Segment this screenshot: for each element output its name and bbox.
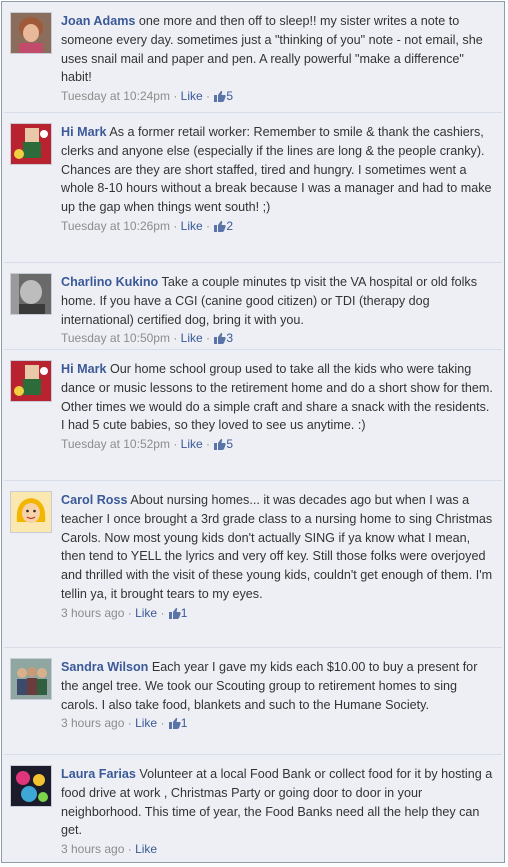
avatar-image: [11, 659, 51, 699]
like-count[interactable]: 2: [226, 219, 233, 233]
separator-dot: ·: [173, 331, 178, 346]
comment-text: As a former retail worker: Remember to s…: [61, 125, 492, 215]
thumbs-up-icon[interactable]: [213, 90, 227, 103]
avatar-image: [11, 361, 51, 401]
comment-body: Hi Mark As a former retail worker: Remem…: [61, 123, 494, 234]
comment-meta: 3 hours ago · Like · 1: [61, 715, 494, 731]
comment-meta: Tuesday at 10:24pm · Like · 5: [61, 88, 494, 104]
like-link[interactable]: Like: [135, 716, 157, 730]
avatar-hi-mark[interactable]: [10, 123, 52, 165]
avatar-carol-ross[interactable]: [10, 491, 52, 533]
comment-item: Joan Adams one more and then off to slee…: [4, 4, 502, 113]
like-count[interactable]: 1: [181, 716, 188, 730]
like-link[interactable]: Like: [181, 331, 203, 345]
author-link[interactable]: Laura Farias: [61, 767, 136, 781]
like-link[interactable]: Like: [135, 606, 157, 620]
comment-item: Carol Ross About nursing homes... it was…: [4, 483, 502, 648]
separator-dot: ·: [160, 605, 165, 620]
comment-meta: Tuesday at 10:26pm · Like · 2: [61, 218, 494, 234]
separator-dot: ·: [206, 89, 211, 104]
avatar-image: [11, 492, 51, 532]
timestamp[interactable]: 3 hours ago: [61, 842, 124, 856]
separator-dot: ·: [206, 331, 211, 346]
comment-meta: Tuesday at 10:52pm · Like · 5: [61, 436, 494, 452]
author-link[interactable]: Hi Mark: [61, 362, 107, 376]
comment-body: Laura Farias Volunteer at a local Food B…: [61, 765, 494, 857]
author-link[interactable]: Carol Ross: [61, 493, 128, 507]
timestamp[interactable]: 3 hours ago: [61, 716, 124, 730]
separator-dot: ·: [206, 437, 211, 452]
thumbs-up-icon[interactable]: [213, 332, 227, 345]
timestamp[interactable]: 3 hours ago: [61, 606, 124, 620]
avatar-charlino-kukino[interactable]: [10, 273, 52, 315]
separator-dot: ·: [206, 218, 211, 233]
comment-item: Sandra Wilson Each year I gave my kids e…: [4, 650, 502, 755]
separator-dot: ·: [127, 605, 132, 620]
author-link[interactable]: Sandra Wilson: [61, 660, 148, 674]
like-link[interactable]: Like: [181, 89, 203, 103]
comment-item: Charlino Kukino Take a couple minutes tp…: [4, 265, 502, 350]
avatar-joan-adams[interactable]: [10, 12, 52, 54]
avatar-hi-mark[interactable]: [10, 360, 52, 402]
author-link[interactable]: Joan Adams: [61, 14, 135, 28]
author-link[interactable]: Charlino Kukino: [61, 275, 158, 289]
separator-dot: ·: [173, 437, 178, 452]
avatar-laura-farias[interactable]: [10, 765, 52, 807]
comment-meta: Tuesday at 10:50pm · Like · 3: [61, 330, 494, 346]
comment-text: About nursing homes... it was decades ag…: [61, 493, 493, 601]
avatar-image: [11, 13, 51, 53]
comment-text: Our home school group used to take all t…: [61, 362, 493, 433]
like-link[interactable]: Like: [181, 437, 203, 451]
comment-feed: Joan Adams one more and then off to slee…: [1, 1, 505, 863]
timestamp[interactable]: Tuesday at 10:52pm: [61, 437, 170, 451]
comment-body: Carol Ross About nursing homes... it was…: [61, 491, 494, 621]
comment-meta: 3 hours ago · Like · 1: [61, 605, 494, 621]
thumbs-up-icon[interactable]: [213, 220, 227, 232]
comment-item: Laura Farias Volunteer at a local Food B…: [4, 757, 502, 861]
comment-body: Sandra Wilson Each year I gave my kids e…: [61, 658, 494, 731]
author-link[interactable]: Hi Mark: [61, 125, 107, 139]
separator-dot: ·: [160, 716, 165, 731]
timestamp[interactable]: Tuesday at 10:26pm: [61, 219, 170, 233]
comment-body: Charlino Kukino Take a couple minutes tp…: [61, 273, 494, 346]
avatar-sandra-wilson[interactable]: [10, 658, 52, 700]
comment-meta: 3 hours ago · Like: [61, 841, 494, 857]
like-count[interactable]: 5: [226, 89, 233, 103]
avatar-image: [11, 766, 51, 806]
avatar-image: [11, 124, 51, 164]
comment-item: Hi Mark Our home school group used to ta…: [4, 352, 502, 481]
timestamp[interactable]: Tuesday at 10:24pm: [61, 89, 170, 103]
like-count[interactable]: 1: [181, 606, 188, 620]
separator-dot: ·: [127, 842, 132, 857]
like-link[interactable]: Like: [181, 219, 203, 233]
separator-dot: ·: [127, 716, 132, 731]
comment-body: Joan Adams one more and then off to slee…: [61, 12, 494, 104]
separator-dot: ·: [173, 89, 178, 104]
thumbs-up-icon[interactable]: [168, 717, 181, 730]
like-count[interactable]: 3: [226, 331, 233, 345]
separator-dot: ·: [173, 218, 178, 233]
like-link[interactable]: Like: [135, 842, 157, 856]
comment-body: Hi Mark Our home school group used to ta…: [61, 360, 494, 452]
thumbs-up-icon[interactable]: [168, 607, 181, 619]
comment-item: Hi Mark As a former retail worker: Remem…: [4, 115, 502, 263]
timestamp[interactable]: Tuesday at 10:50pm: [61, 331, 170, 345]
thumbs-up-icon[interactable]: [213, 438, 227, 451]
avatar-image: [11, 274, 51, 314]
like-count[interactable]: 5: [226, 437, 233, 451]
